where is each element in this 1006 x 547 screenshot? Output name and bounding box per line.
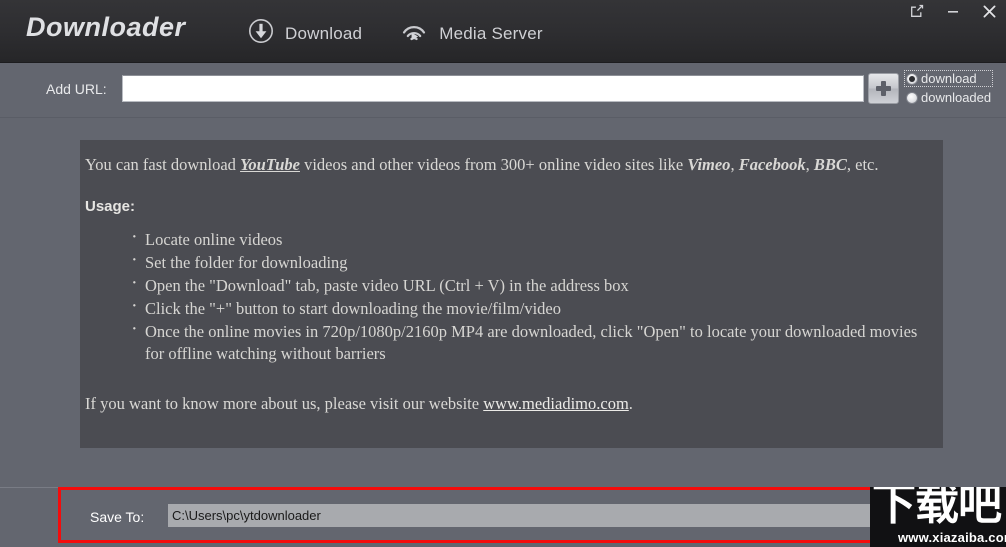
restore-window-button[interactable] xyxy=(908,2,926,20)
list-item: Set the folder for downloading xyxy=(131,250,923,274)
download-circle-icon xyxy=(248,18,274,49)
website-link[interactable]: www.mediadimo.com xyxy=(483,394,629,413)
add-url-button[interactable] xyxy=(868,73,899,104)
app-brand-title: Downloader xyxy=(26,12,186,42)
site-vimeo: Vimeo xyxy=(687,155,731,174)
close-window-button[interactable] xyxy=(980,2,998,20)
radio-download[interactable]: download xyxy=(904,70,994,87)
info-panel: You can fast download YouTube videos and… xyxy=(80,140,943,448)
radio-downloaded[interactable]: downloaded xyxy=(904,89,993,106)
intro-sep1: , xyxy=(730,155,739,174)
add-url-input[interactable] xyxy=(122,75,864,102)
usage-step-list: Locate online videos Set the folder for … xyxy=(85,227,923,365)
broadcast-play-icon xyxy=(400,18,428,49)
list-item: Open the "Download" tab, paste video URL… xyxy=(131,273,923,297)
list-item: Locate online videos xyxy=(131,227,923,251)
site-youtube: YouTube xyxy=(240,155,300,174)
window-controls xyxy=(908,2,998,20)
website-paragraph: If you want to know more about us, pleas… xyxy=(85,393,923,415)
downloader-window: Downloader Download Media Server Add URL… xyxy=(0,0,1006,547)
title-bar: Downloader Download Media Server xyxy=(0,0,1006,63)
intro-mid: videos and other videos from 300+ online… xyxy=(299,155,688,174)
radio-downloaded-label: downloaded xyxy=(921,90,992,105)
minimize-window-button[interactable] xyxy=(944,2,962,20)
radio-selected-icon xyxy=(906,72,918,85)
radio-download-label: download xyxy=(921,71,977,86)
add-url-label: Add URL: xyxy=(46,81,107,97)
save-to-label: Save To: xyxy=(90,509,145,525)
usage-heading: Usage: xyxy=(85,198,136,216)
intro-sep2: , xyxy=(805,155,814,174)
intro-paragraph: You can fast download YouTube videos and… xyxy=(85,154,923,176)
main-tab-strip: Download Media Server xyxy=(248,18,543,49)
site-watermark: 下载吧 www.xiazaiba.com xyxy=(870,487,1006,547)
tab-download-label: Download xyxy=(285,23,363,43)
watermark-logo-text: 下载吧 xyxy=(872,487,1002,530)
tab-download[interactable]: Download xyxy=(248,18,362,49)
outro-pre: If you want to know more about us, pleas… xyxy=(85,393,484,413)
site-bbc: BBC xyxy=(813,155,847,174)
outro-post: . xyxy=(628,393,633,413)
save-to-path-input[interactable] xyxy=(168,504,871,527)
list-item: Click the "+" button to start downloadin… xyxy=(131,296,923,320)
tab-media-server[interactable]: Media Server xyxy=(400,18,543,49)
list-item: Once the online movies in 720p/1080p/216… xyxy=(131,319,923,365)
radio-unselected-icon xyxy=(906,91,918,104)
plus-icon xyxy=(876,81,891,96)
tab-media-server-label: Media Server xyxy=(439,23,543,43)
intro-pre: You can fast download xyxy=(85,155,241,174)
watermark-url-text: www.xiazaiba.com xyxy=(898,530,1006,545)
site-facebook: Facebook xyxy=(738,155,806,174)
intro-post: , etc. xyxy=(846,155,879,174)
download-state-radio-group: download downloaded xyxy=(904,70,994,106)
